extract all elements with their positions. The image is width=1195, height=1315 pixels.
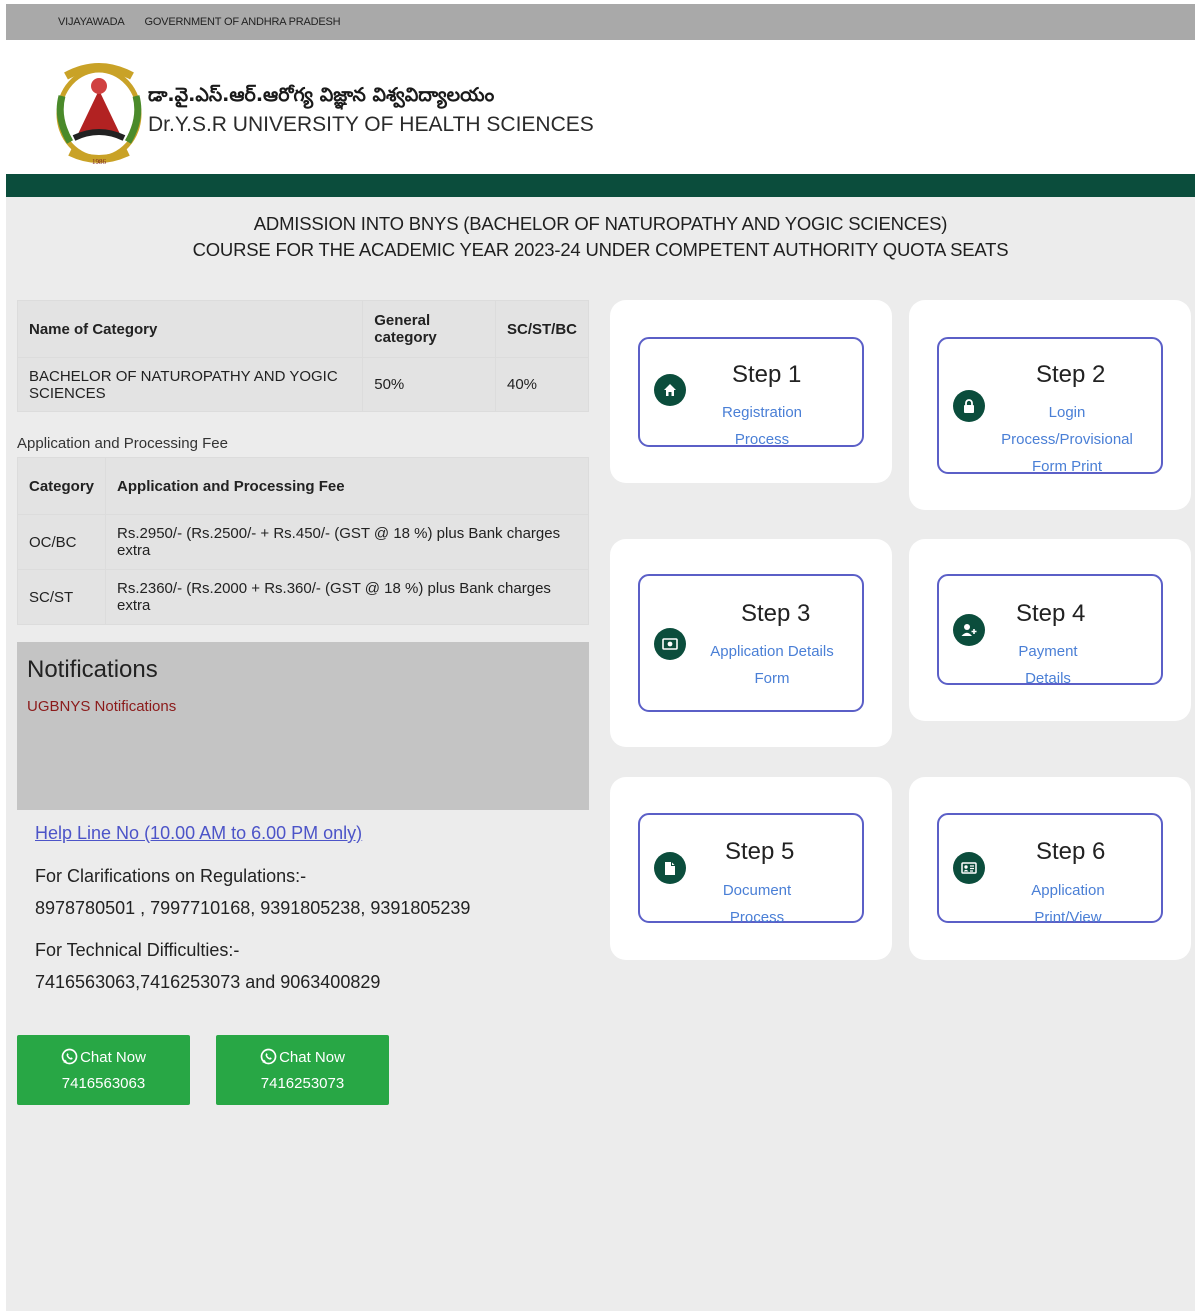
top-bar: VIJAYAWADA GOVERNMENT OF ANDHRA PRADESH	[6, 4, 1195, 40]
university-logo: 1986	[56, 63, 142, 166]
step-title: Step 5	[725, 838, 795, 865]
table-header: SC/ST/BC	[494, 300, 590, 358]
step-title: Step 3	[741, 600, 811, 627]
step-5-button[interactable]: Step 5 Document Process	[638, 813, 864, 926]
step-title: Step 4	[1016, 600, 1086, 627]
table-header: Category	[16, 457, 107, 515]
step-title: Step 6	[1036, 838, 1106, 865]
university-name-english: Dr.Y.S.R UNIVERSITY OF HEALTH SCIENCES	[148, 113, 594, 136]
table-header-row: Category Application and Processing Fee	[16, 457, 589, 515]
table-cell: 40%	[494, 357, 590, 412]
notifications-title: Notifications	[27, 656, 158, 683]
step-title: Step 2	[1036, 361, 1106, 388]
step-link[interactable]: Document Process	[698, 877, 816, 931]
step-6-card: Step 6 Application Print/View	[909, 777, 1191, 960]
fee-label: Application and Processing Fee	[17, 435, 228, 452]
table-row: BACHELOR OF NATUROPATHY AND YOGIC SCIENC…	[16, 357, 590, 412]
table-header-row: Name of Category General category SC/ST/…	[16, 300, 590, 358]
table-cell: BACHELOR OF NATUROPATHY AND YOGIC SCIENC…	[16, 357, 364, 412]
table-cell: Rs.2950/- (Rs.2500/- + Rs.450/- (GST @ 1…	[105, 514, 589, 570]
step-link[interactable]: Registration Process	[698, 399, 826, 453]
notifications-panel: Notifications UGBNYS Notifications	[17, 642, 589, 810]
table-header: General category	[362, 300, 496, 358]
site-header: 1986 డా.వై.ఎస్.ఆర్.ఆరోగ్య విజ్ఞాన విశ్వవ…	[6, 40, 1195, 174]
lock-icon	[953, 390, 985, 422]
step-2-button[interactable]: Step 2 Login Process/Provisional Form Pr…	[937, 337, 1163, 475]
step-5-card: Step 5 Document Process	[610, 777, 892, 960]
header-titles: డా.వై.ఎస్.ఆర్.ఆరోగ్య విజ్ఞాన విశ్వవిద్యా…	[148, 84, 594, 137]
table-cell: OC/BC	[16, 514, 107, 570]
id-card-icon	[953, 852, 985, 884]
step-2-card: Step 2 Login Process/Provisional Form Pr…	[909, 300, 1191, 510]
file-icon	[654, 852, 686, 884]
university-name-telugu: డా.వై.ఎస్.ఆర్.ఆరోగ్య విజ్ఞాన విశ్వవిద్యా…	[148, 84, 495, 106]
step-link[interactable]: Application Print/View	[997, 877, 1139, 931]
topbar-government[interactable]: GOVERNMENT OF ANDHRA PRADESH	[144, 16, 340, 28]
page-frame: VIJAYAWADA GOVERNMENT OF ANDHRA PRADESH …	[6, 4, 1195, 1311]
whatsapp-icon	[260, 1048, 277, 1065]
svg-text:1986: 1986	[92, 158, 107, 166]
chat-label: Chat Now	[279, 1049, 345, 1066]
step-4-card: Step 4 Payment Details	[909, 539, 1191, 721]
nav-bar	[6, 174, 1195, 197]
chat-now-button-1[interactable]: Chat Now 7416563063	[17, 1035, 190, 1105]
money-icon	[654, 628, 686, 660]
step-6-button[interactable]: Step 6 Application Print/View	[937, 813, 1163, 926]
home-icon	[654, 374, 686, 406]
technical-numbers: 7416563063,7416253073 and 9063400829	[35, 972, 381, 992]
ugbnys-notifications-link[interactable]: UGBNYS Notifications	[27, 698, 579, 715]
table-cell: SC/ST	[16, 569, 107, 625]
step-3-card: Step 3 Application Details Form	[610, 539, 892, 747]
step-link[interactable]: Application Details Form	[706, 638, 838, 692]
table-cell: 50%	[362, 357, 496, 412]
chat-number: 7416563063	[61, 1075, 146, 1092]
step-link[interactable]: Payment Details	[997, 638, 1099, 692]
step-1-button[interactable]: Step 1 Registration Process	[638, 337, 864, 448]
admission-line-1: ADMISSION INTO BNYS (BACHELOR OF NATUROP…	[253, 213, 948, 234]
admission-heading: ADMISSION INTO BNYS (BACHELOR OF NATUROP…	[6, 211, 1195, 263]
fee-table: Category Application and Processing Fee …	[16, 457, 589, 625]
step-3-button[interactable]: Step 3 Application Details Form	[638, 574, 864, 712]
step-4-button[interactable]: Step 4 Payment Details	[937, 574, 1163, 687]
chat-number: 7416253073	[260, 1075, 345, 1092]
chat-label: Chat Now	[80, 1049, 146, 1066]
chat-now-button-2[interactable]: Chat Now 7416253073	[216, 1035, 389, 1105]
table-header: Name of Category	[16, 300, 364, 358]
whatsapp-icon	[61, 1048, 78, 1065]
step-link[interactable]: Login Process/Provisional Form Print	[985, 399, 1149, 480]
clarifications-label: For Clarifications on Regulations:-	[35, 866, 307, 886]
admission-line-2: COURSE FOR THE ACADEMIC YEAR 2023-24 UND…	[192, 239, 1009, 260]
step-title: Step 1	[732, 361, 802, 388]
topbar-city[interactable]: VIJAYAWADA	[58, 16, 125, 28]
table-row: OC/BC Rs.2950/- (Rs.2500/- + Rs.450/- (G…	[16, 514, 589, 570]
table-cell: Rs.2360/- (Rs.2000 + Rs.360/- (GST @ 18 …	[105, 569, 589, 625]
table-row: SC/ST Rs.2360/- (Rs.2000 + Rs.360/- (GST…	[16, 569, 589, 625]
table-header: Application and Processing Fee	[105, 457, 589, 515]
user-plus-icon	[953, 614, 985, 646]
helpline-section: Help Line No (10.00 AM to 6.00 PM only) …	[35, 823, 470, 998]
clarifications-numbers: 8978780501 , 7997710168, 9391805238, 939…	[35, 898, 471, 918]
category-table: Name of Category General category SC/ST/…	[16, 300, 590, 412]
technical-label: For Technical Difficulties:-	[35, 940, 240, 960]
helpline-link[interactable]: Help Line No (10.00 AM to 6.00 PM only)	[35, 823, 362, 844]
step-1-card: Step 1 Registration Process	[610, 300, 892, 483]
